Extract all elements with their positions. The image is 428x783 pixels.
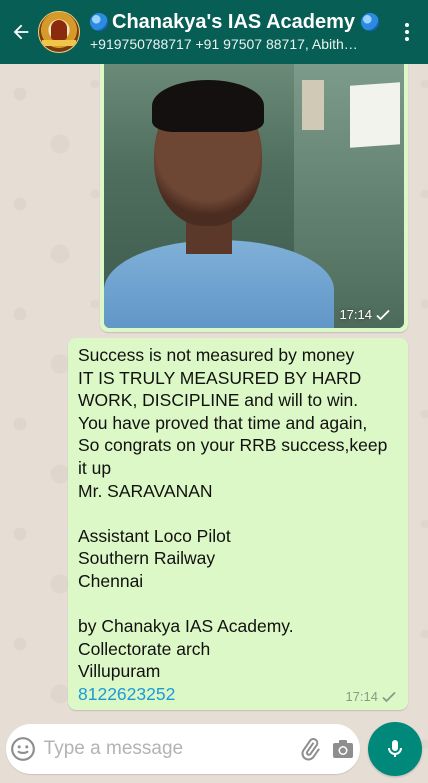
chat-subtitle: +919750788717 +91 97507 88717, Abith… <box>90 36 358 52</box>
mic-icon <box>388 740 402 757</box>
more-vert-icon[interactable] <box>392 12 422 52</box>
message-time: 17:14 <box>345 689 396 704</box>
check-icon <box>376 309 390 320</box>
image-message[interactable]: 17:14 <box>100 64 408 332</box>
emoji-icon[interactable] <box>6 736 40 762</box>
globe-icon <box>361 13 380 31</box>
check-icon <box>382 691 396 702</box>
chat-title: Chanakya's IAS Academy <box>90 10 392 34</box>
message-body: Success is not measured by money IT IS T… <box>78 345 388 682</box>
message-photo[interactable] <box>104 64 404 328</box>
text-message[interactable]: Success is not measured by money IT IS T… <box>68 338 408 710</box>
message-time: 17:14 <box>339 307 390 322</box>
message-input[interactable] <box>39 738 293 760</box>
message-text: Success is not measured by money IT IS T… <box>78 344 400 706</box>
chat-title-block[interactable]: Chanakya's IAS Academy +919750788717 +91… <box>90 10 392 54</box>
phone-link[interactable]: 8122623252 <box>78 684 175 704</box>
avatar[interactable] <box>38 11 80 53</box>
globe-icon <box>90 13 108 31</box>
message-time-text: 17:14 <box>339 307 372 322</box>
mic-button[interactable] <box>368 722 422 776</box>
chat-title-text: Chanakya's IAS Academy <box>112 11 356 33</box>
message-composer <box>6 724 360 774</box>
paperclip-icon[interactable] <box>293 737 327 761</box>
message-time-text: 17:14 <box>345 689 378 704</box>
back-arrow-icon[interactable] <box>6 12 36 52</box>
camera-icon[interactable] <box>326 737 360 761</box>
chat-header: Chanakya's IAS Academy +919750788717 +91… <box>0 0 428 64</box>
